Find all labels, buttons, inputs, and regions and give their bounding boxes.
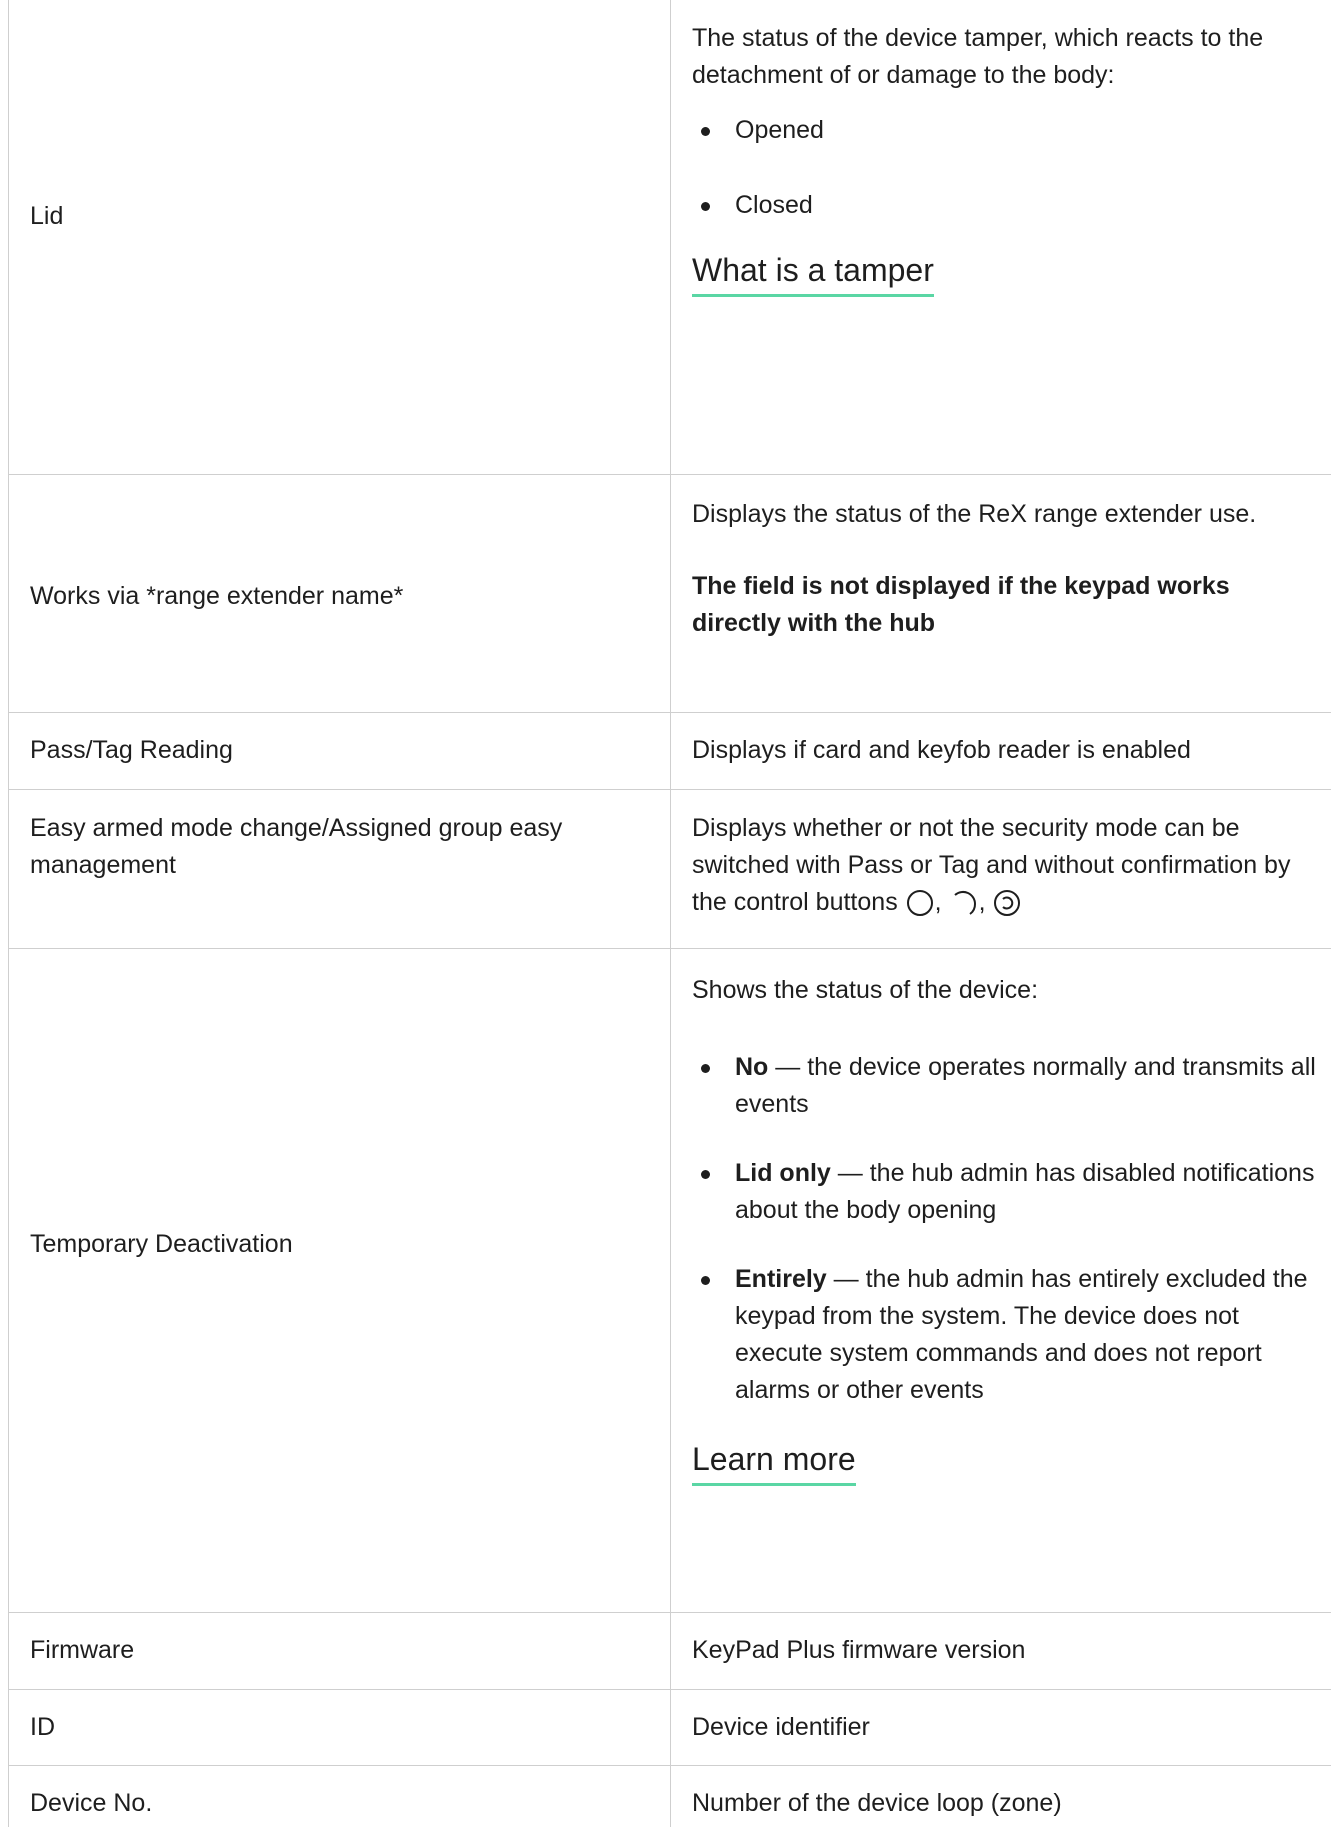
deactivation-description: Shows the status of the device: xyxy=(692,976,1039,1004)
row-label-pass-tag: Pass/Tag Reading xyxy=(30,736,233,764)
what-is-a-tamper-link[interactable]: What is a tamper xyxy=(692,250,934,297)
row-divider xyxy=(8,1765,1331,1766)
option-term: Lid only xyxy=(735,1159,831,1187)
deactivation-options-list: No — the device operates normally and tr… xyxy=(692,1049,1322,1409)
arm-circle-icon xyxy=(906,890,933,917)
table-column-divider xyxy=(670,0,671,1827)
row-label-firmware: Firmware xyxy=(30,1636,135,1664)
list-item: Lid only — the hub admin has disabled no… xyxy=(692,1155,1322,1229)
row-desc-temporary-deactivation: Shows the status of the device: No — the… xyxy=(692,972,1322,1486)
row-desc-id: Device identifier xyxy=(692,1713,870,1741)
row-divider xyxy=(8,474,1331,475)
list-item: No — the device operates normally and tr… xyxy=(692,1049,1322,1123)
night-mode-icon xyxy=(994,890,1021,917)
row-divider xyxy=(8,712,1331,713)
lid-status-list: Opened Closed xyxy=(692,112,1322,224)
learn-more-link[interactable]: Learn more xyxy=(692,1439,856,1486)
row-desc-firmware: KeyPad Plus firmware version xyxy=(692,1636,1026,1664)
list-item: Opened xyxy=(692,112,1322,149)
row-desc-device-no: Number of the device loop (zone) xyxy=(692,1789,1062,1817)
range-extender-note: The field is not displayed if the keypad… xyxy=(692,572,1230,637)
row-label-temporary-deactivation: Temporary Deactivation xyxy=(30,1230,293,1258)
table-border-left xyxy=(8,0,9,1827)
list-item: Closed xyxy=(692,187,1322,224)
list-item: Entirely — the hub admin has entirely ex… xyxy=(692,1261,1322,1409)
option-term: Entirely xyxy=(735,1265,827,1293)
row-desc-range-extender: Displays the status of the ReX range ext… xyxy=(692,496,1322,642)
row-label-id: ID xyxy=(30,1713,55,1741)
row-divider xyxy=(8,948,1331,949)
row-desc-pass-tag: Displays if card and keyfob reader is en… xyxy=(692,736,1191,764)
row-desc-easy-arm: Displays whether or not the security mod… xyxy=(692,810,1322,921)
range-extender-description: Displays the status of the ReX range ext… xyxy=(692,500,1257,528)
row-label-lid: Lid xyxy=(30,202,64,230)
option-term: No xyxy=(735,1053,769,1081)
row-divider xyxy=(8,789,1331,790)
easy-arm-description: Displays whether or not the security mod… xyxy=(692,814,1291,916)
option-text: — the device operates normally and trans… xyxy=(735,1053,1316,1118)
row-label-easy-arm: Easy armed mode change/Assigned group ea… xyxy=(30,814,563,879)
disarm-crescent-icon xyxy=(953,891,976,916)
row-label-range-extender: Works via *range extender name* xyxy=(30,582,404,610)
row-divider xyxy=(8,1612,1331,1613)
row-divider xyxy=(8,1689,1331,1690)
row-label-device-no: Device No. xyxy=(30,1789,153,1817)
row-desc-lid: The status of the device tamper, which r… xyxy=(692,20,1322,297)
lid-description: The status of the device tamper, which r… xyxy=(692,24,1264,89)
settings-table: Lid The status of the device tamper, whi… xyxy=(0,0,1331,1827)
